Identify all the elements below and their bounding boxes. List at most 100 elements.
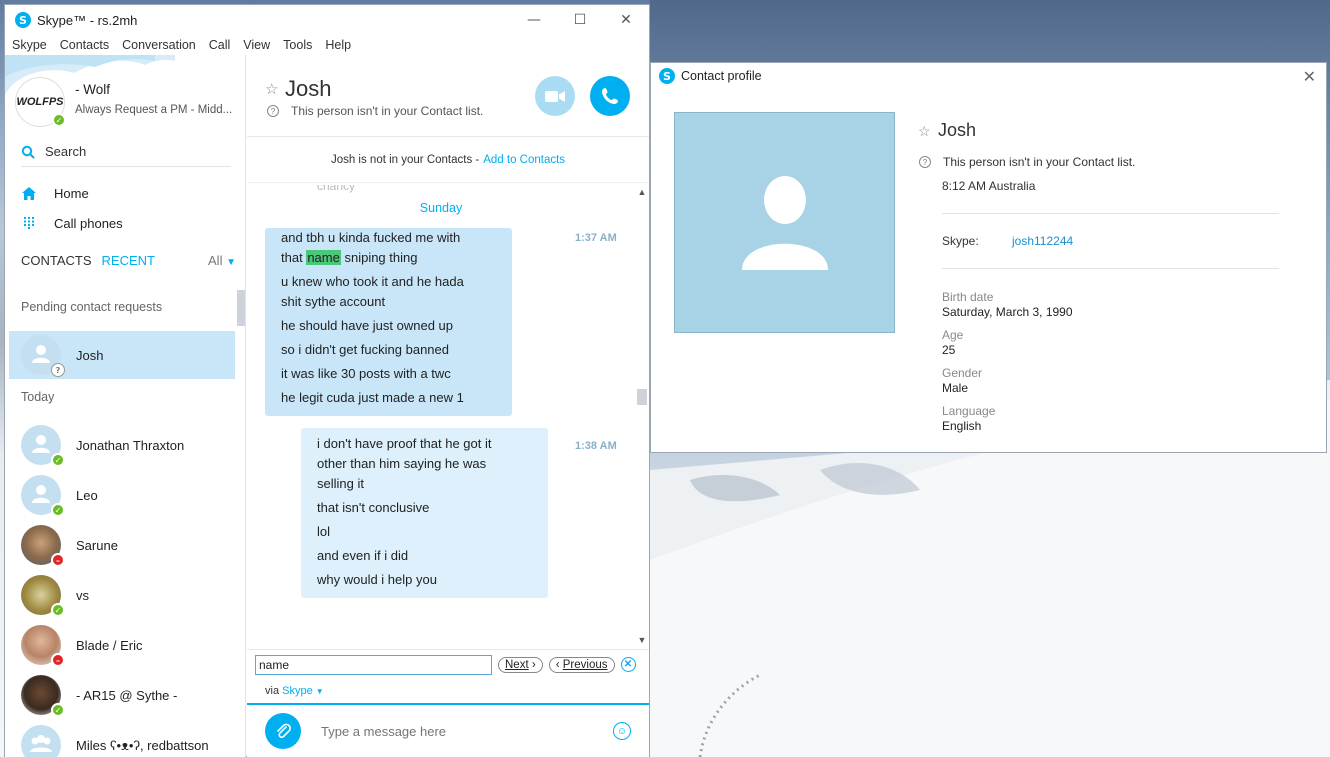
pending-contact-josh[interactable]: ? Josh <box>9 331 235 379</box>
today-header: Today <box>21 390 55 404</box>
contact-name: Leo <box>76 487 98 503</box>
phone-icon <box>602 88 618 104</box>
contact-row[interactable]: – Blade / Eric <box>9 621 235 669</box>
message-bubble-sent[interactable]: i don't have proof that he got it other … <box>301 428 548 598</box>
video-call-button[interactable] <box>535 76 575 116</box>
busy-status-icon: – <box>51 653 65 667</box>
contact-avatar-photo: ✓ <box>21 675 65 717</box>
conversation-contact-name[interactable]: Josh <box>285 76 331 102</box>
contact-name: Miles ʕ•ᴥ•ʔ, redbattson <box>76 737 209 753</box>
menu-help[interactable]: Help <box>325 38 351 52</box>
online-status-icon: ✓ <box>51 453 65 467</box>
find-close-icon[interactable]: ✕ <box>620 657 636 672</box>
scroll-thumb[interactable] <box>637 389 647 405</box>
online-status-icon: ✓ <box>51 703 65 717</box>
unknown-status-icon: ? <box>51 363 65 377</box>
find-bar: Next › ‹ Previous ✕ <box>247 649 649 679</box>
favorite-star-icon[interactable]: ☆ <box>265 80 278 98</box>
field-value: Saturday, March 3, 1990 <box>942 305 1073 319</box>
sidebar: WOLFPS ✓ - Wolf Always Request a PM - Mi… <box>5 55 246 757</box>
own-profile[interactable]: WOLFPS ✓ - Wolf Always Request a PM - Mi… <box>5 55 245 140</box>
contact-status-text: This person isn't in your Contact list. <box>291 104 484 118</box>
find-next-button[interactable]: Next › <box>498 656 543 673</box>
close-icon[interactable]: ✕ <box>1303 67 1316 86</box>
dialpad-icon <box>21 217 37 229</box>
message-bubble-received[interactable]: and tbh u kinda fucked me with that name… <box>265 228 512 416</box>
gender-field: Gender Male <box>942 366 982 396</box>
find-previous-button[interactable]: ‹ Previous <box>548 656 615 673</box>
own-mood-message[interactable]: Always Request a PM - Midd... <box>75 104 232 116</box>
skype-id-value[interactable]: josh112244 <box>1012 234 1073 248</box>
message-line: lol <box>317 524 331 539</box>
add-to-contacts-link[interactable]: Add to Contacts <box>483 154 565 166</box>
menu-view[interactable]: View <box>243 38 270 52</box>
attach-button[interactable] <box>265 713 301 749</box>
contact-avatar: ✓ <box>21 475 65 517</box>
menu-tools[interactable]: Tools <box>283 38 312 52</box>
contact-row[interactable]: ✓ Leo <box>9 471 235 519</box>
audio-call-button[interactable] <box>590 76 630 116</box>
find-next-label: Next <box>505 658 529 671</box>
contact-row[interactable]: ✓ Jonathan Thraxton <box>9 421 235 469</box>
find-input[interactable] <box>255 654 492 675</box>
profile-title-bar: S Contact profile <box>659 68 762 84</box>
via-service: Skype <box>282 685 313 697</box>
minimize-button[interactable]: — <box>511 5 557 35</box>
contact-row[interactable]: – Sarune <box>9 521 235 569</box>
nav-call-phones[interactable]: Call phones <box>21 212 123 234</box>
conversation-scrollbar[interactable]: ▲ ▼ <box>635 185 649 647</box>
contact-row[interactable]: ✓ vs <box>9 571 235 619</box>
divider <box>942 213 1279 214</box>
nav-home[interactable]: Home <box>21 182 89 204</box>
message-history[interactable]: chancy Sunday and tbh u kinda fucked me … <box>247 185 635 647</box>
field-label: Language <box>942 404 996 418</box>
question-icon: ? <box>267 105 279 117</box>
emoticon-icon[interactable]: ☺ <box>613 722 631 740</box>
filter-dropdown[interactable]: All ▼ <box>208 253 236 268</box>
menu-skype[interactable]: Skype <box>12 38 47 52</box>
message-timestamp: 1:37 AM <box>575 232 617 244</box>
message-input[interactable] <box>321 723 591 739</box>
contact-row[interactable]: ✓ - AR15 @ Sythe - <box>9 671 235 719</box>
via-selector[interactable]: via Skype ▼ <box>265 685 324 697</box>
maximize-button[interactable]: ☐ <box>557 5 603 35</box>
contact-avatar-photo: – <box>21 525 65 567</box>
window-title: Skype™ - rs.2mh <box>37 12 138 28</box>
message-line: why would i help you <box>317 572 437 587</box>
scroll-up-icon[interactable]: ▲ <box>635 185 649 199</box>
via-label: via <box>265 685 280 697</box>
contact-avatar-photo: ✓ <box>21 575 65 617</box>
tab-recent[interactable]: RECENT <box>102 253 155 268</box>
menu-conversation[interactable]: Conversation <box>122 38 196 52</box>
favorite-star-icon[interactable]: ☆ <box>918 123 931 140</box>
search-highlight: name <box>306 250 341 265</box>
faded-previous-text: chancy <box>317 185 356 193</box>
contact-name: Sarune <box>76 537 118 553</box>
contact-status-line: ? This person isn't in your Contact list… <box>267 104 483 118</box>
message-line: he legit cuda just made a new 1 <box>281 390 464 405</box>
menu-contacts[interactable]: Contacts <box>60 38 109 52</box>
online-status-icon: ✓ <box>51 603 65 617</box>
message-line: it was like 30 posts with a twc <box>281 366 451 381</box>
busy-status-icon: – <box>51 553 65 567</box>
field-value: English <box>942 419 982 433</box>
scroll-down-icon[interactable]: ▼ <box>635 633 649 647</box>
tab-contacts[interactable]: CONTACTS <box>21 253 92 268</box>
contact-avatar <box>21 725 61 757</box>
conversation-panel: ☆ Josh ? This person isn't in your Conta… <box>247 55 649 757</box>
online-status-icon: ✓ <box>51 503 65 517</box>
close-button[interactable]: ✕ <box>603 5 649 35</box>
divider <box>942 268 1279 269</box>
message-line: that isn't conclusive <box>317 500 430 515</box>
message-line: u knew who took it and he hada <box>281 274 464 289</box>
contact-name: Jonathan Thraxton <box>76 437 185 453</box>
search-box[interactable]: Search <box>21 137 231 167</box>
menu-call[interactable]: Call <box>209 38 231 52</box>
profile-picture <box>674 112 895 333</box>
own-avatar[interactable]: WOLFPS ✓ <box>15 77 66 127</box>
message-line: other than him saying he was <box>317 456 487 471</box>
sidebar-scrollbar[interactable] <box>237 290 245 326</box>
contact-row[interactable]: Miles ʕ•ᴥ•ʔ, redbattson <box>9 721 235 757</box>
birth-date-field: Birth date Saturday, March 3, 1990 <box>942 290 1073 320</box>
field-value: 25 <box>942 343 956 357</box>
